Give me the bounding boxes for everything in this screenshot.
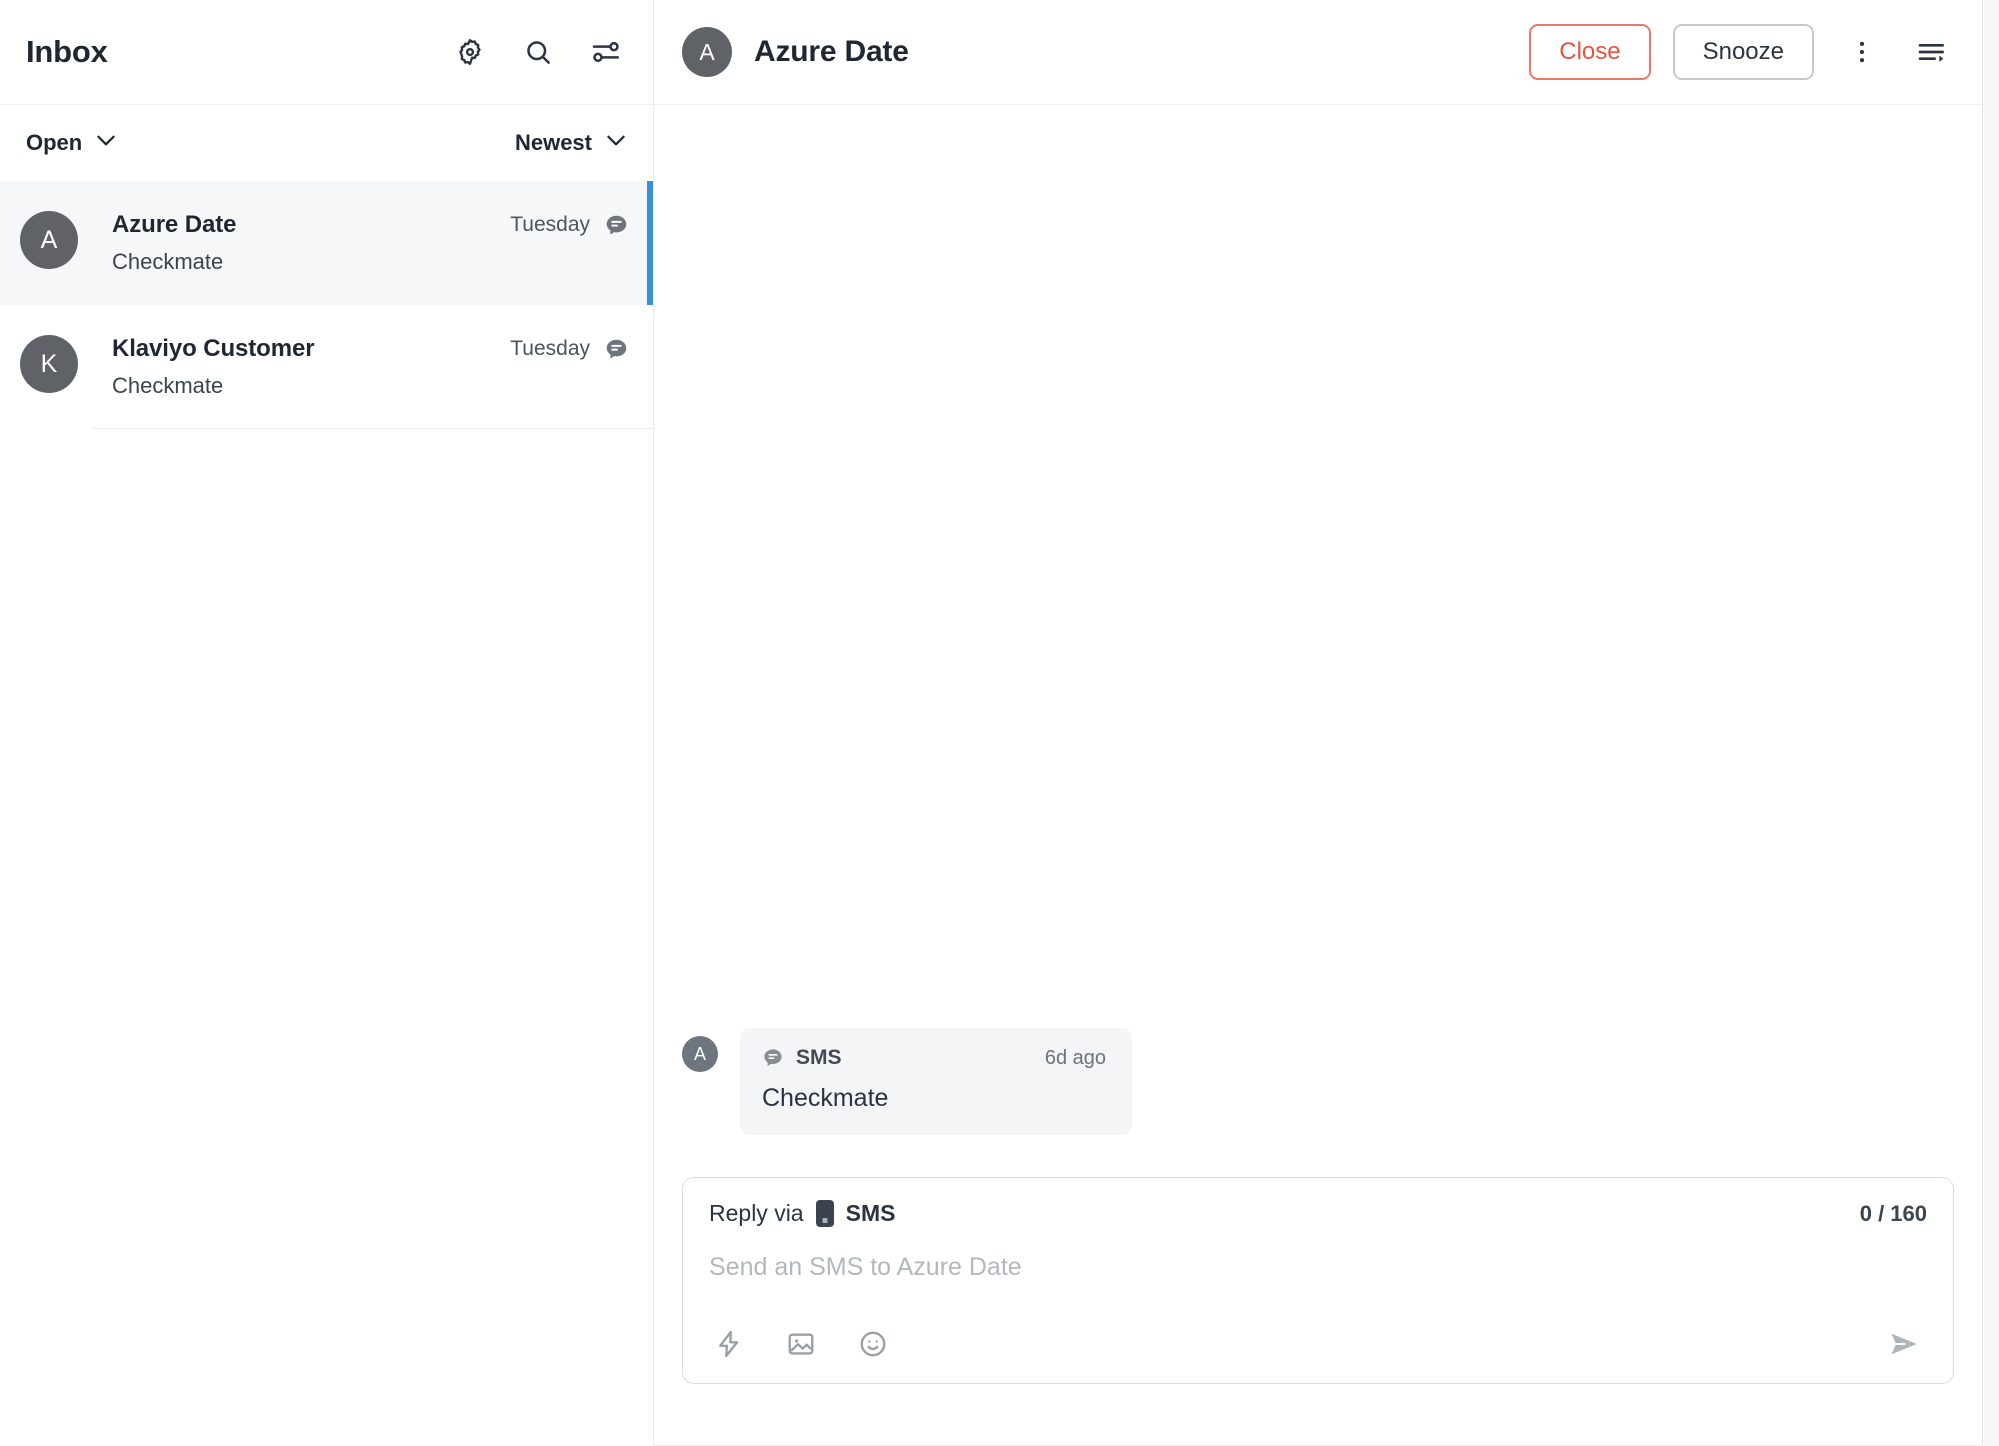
inbox-sidebar: Inbox Open Newest A Azure Date Tuesday C… xyxy=(0,0,654,1446)
avatar: A xyxy=(20,211,78,269)
message-timestamp: 6d ago xyxy=(1044,1046,1106,1069)
message-bubble-header: SMS 6d ago xyxy=(762,1046,1106,1070)
list-divider xyxy=(92,428,653,429)
chevron-down-icon xyxy=(93,127,119,159)
conversation-item-top: Klaviyo Customer Tuesday xyxy=(112,335,629,363)
conversation-item-body: Klaviyo Customer Tuesday Checkmate xyxy=(112,335,629,399)
message-row: A SMS 6d ago Checkmate xyxy=(682,1028,1954,1135)
sms-chat-icon xyxy=(762,1047,784,1069)
attach-image-icon[interactable] xyxy=(781,1324,821,1364)
sms-chat-icon xyxy=(604,213,629,238)
avatar: K xyxy=(20,335,78,393)
settings-gear-icon[interactable] xyxy=(451,33,489,71)
sort-filter-label: Newest xyxy=(514,130,592,155)
character-counter: 0 / 160 xyxy=(1859,1200,1927,1226)
conversation-list-item-azure-date[interactable]: A Azure Date Tuesday Checkmate xyxy=(0,181,653,305)
status-filter-dropdown[interactable]: Open xyxy=(26,127,119,159)
conversation-meta: Tuesday xyxy=(510,213,629,238)
composer-toolbar xyxy=(709,1321,1927,1367)
conversation-meta: Tuesday xyxy=(510,337,629,362)
reply-channel-label: SMS xyxy=(845,1200,896,1226)
close-button[interactable]: Close xyxy=(1529,24,1651,80)
conversation-item-top: Azure Date Tuesday xyxy=(112,211,629,239)
conversation-name: Azure Date xyxy=(112,211,237,238)
mobile-phone-icon xyxy=(815,1200,834,1227)
search-icon[interactable] xyxy=(519,33,557,71)
right-rail xyxy=(1983,0,1999,1446)
message-thread: A SMS 6d ago Checkmate xyxy=(654,105,1982,1177)
message-channel-label: SMS xyxy=(796,1046,842,1069)
status-filter-label: Open xyxy=(26,130,83,155)
sms-chat-icon xyxy=(604,337,629,362)
snooze-button[interactable]: Snooze xyxy=(1672,24,1814,80)
conversation-list: A Azure Date Tuesday Checkmate K Klaviyo… xyxy=(0,181,653,1446)
conversation-preview: Checkmate xyxy=(112,373,224,398)
conversation-panel: A Azure Date Close Snooze A SMS 6d ago C… xyxy=(654,0,1983,1446)
conversation-details-icon[interactable] xyxy=(1910,30,1954,74)
sidebar-filter-bar: Open Newest xyxy=(0,105,653,181)
conversation-item-body: Azure Date Tuesday Checkmate xyxy=(112,211,629,275)
avatar: A xyxy=(682,27,732,77)
conversation-header-actions: Close Snooze xyxy=(1529,24,1954,80)
sidebar-header: Inbox xyxy=(0,0,653,105)
avatar: A xyxy=(682,1036,718,1072)
more-vertical-icon[interactable] xyxy=(1840,30,1884,74)
conversation-timestamp: Tuesday xyxy=(510,337,590,360)
reply-composer: Reply via SMS 0 / 160 Send an SMS to Azu… xyxy=(682,1177,1954,1384)
send-paper-plane-icon[interactable] xyxy=(1881,1321,1927,1367)
conversation-list-item-klaviyo-customer[interactable]: K Klaviyo Customer Tuesday Checkmate xyxy=(0,305,653,429)
inbox-app: Inbox Open Newest A Azure Date Tuesday C… xyxy=(0,0,1999,1446)
reply-via-label: Reply via xyxy=(709,1200,804,1226)
composer-header: Reply via SMS 0 / 160 xyxy=(709,1200,1927,1227)
message-text: Checkmate xyxy=(762,1084,889,1112)
conversation-header: A Azure Date Close Snooze xyxy=(654,0,1982,105)
chevron-down-icon xyxy=(603,127,629,159)
page-title: Inbox xyxy=(26,34,108,69)
composer-wrapper: Reply via SMS 0 / 160 Send an SMS to Azu… xyxy=(654,1177,1982,1446)
filter-sliders-icon[interactable] xyxy=(587,33,625,71)
message-channel: SMS xyxy=(762,1046,842,1070)
quick-reply-lightning-icon[interactable] xyxy=(709,1324,749,1364)
message-bubble: SMS 6d ago Checkmate xyxy=(740,1028,1132,1135)
conversation-name: Klaviyo Customer xyxy=(112,335,315,362)
emoji-picker-icon[interactable] xyxy=(853,1324,893,1364)
conversation-title: Azure Date xyxy=(754,35,909,68)
conversation-preview: Checkmate xyxy=(112,249,224,274)
conversation-timestamp: Tuesday xyxy=(510,213,590,236)
sort-filter-dropdown[interactable]: Newest xyxy=(515,127,629,159)
reply-channel-selector[interactable]: Reply via SMS xyxy=(709,1200,895,1227)
sidebar-header-actions xyxy=(451,33,625,71)
message-input[interactable]: Send an SMS to Azure Date xyxy=(709,1253,1927,1291)
